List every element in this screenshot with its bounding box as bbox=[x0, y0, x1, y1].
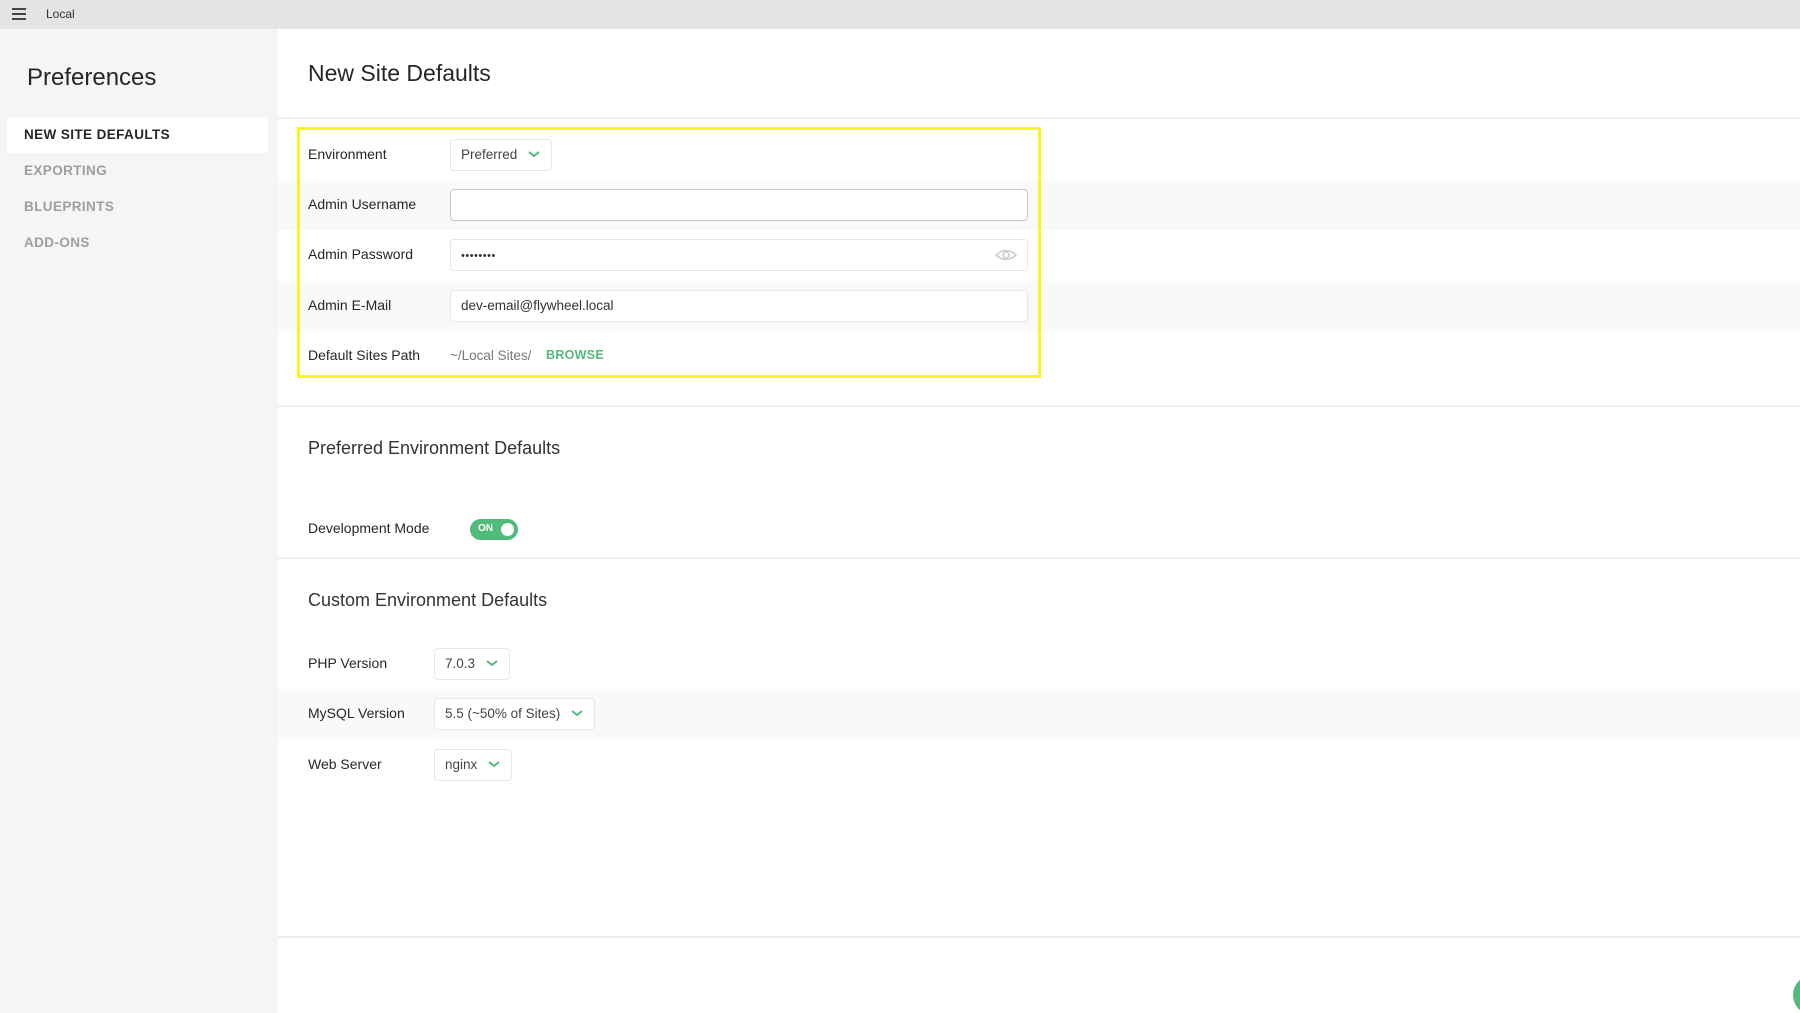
sidebar-item-add-ons[interactable]: ADD-ONS bbox=[7, 225, 268, 261]
section-divider bbox=[278, 405, 1800, 407]
sidebar-item-new-site-defaults[interactable]: NEW SITE DEFAULTS bbox=[7, 117, 268, 153]
php-version-value: 7.0.3 bbox=[445, 656, 476, 671]
main-content: New Site Defaults Environment Preferred … bbox=[278, 29, 1800, 1013]
chevron-down-icon bbox=[528, 151, 540, 158]
chevron-down-icon bbox=[488, 761, 500, 768]
web-server-value: nginx bbox=[445, 757, 478, 772]
hamburger-icon[interactable] bbox=[12, 8, 26, 20]
admin-username-row: Admin Username bbox=[278, 180, 1800, 230]
development-mode-label: Development Mode bbox=[308, 520, 430, 536]
web-server-label: Web Server bbox=[308, 756, 382, 772]
admin-email-input[interactable]: dev-email@flywheel.local bbox=[450, 290, 1028, 322]
php-version-select[interactable]: 7.0.3 bbox=[434, 648, 511, 680]
section-divider bbox=[278, 557, 1800, 559]
environment-label: Environment bbox=[308, 146, 387, 162]
admin-password-value: •••••••• bbox=[461, 250, 496, 262]
admin-password-row: Admin Password •••••••• bbox=[278, 230, 1800, 280]
environment-select[interactable]: Preferred bbox=[450, 139, 553, 171]
header-divider bbox=[278, 117, 1800, 119]
mysql-version-value: 5.5 (~50% of Sites) bbox=[445, 706, 561, 721]
chevron-down-icon bbox=[571, 710, 583, 717]
mysql-version-select[interactable]: 5.5 (~50% of Sites) bbox=[434, 698, 596, 730]
toggle-state: ON bbox=[478, 523, 493, 534]
development-mode-toggle[interactable]: ON bbox=[470, 519, 518, 540]
web-server-row: Web Server nginx bbox=[278, 740, 1800, 790]
default-sites-path-value: ~/Local Sites/ bbox=[450, 348, 532, 363]
eye-icon[interactable] bbox=[995, 248, 1017, 262]
environment-value: Preferred bbox=[461, 147, 518, 162]
admin-username-label: Admin Username bbox=[308, 196, 417, 212]
admin-password-input[interactable]: •••••••• bbox=[450, 239, 1028, 271]
admin-password-label: Admin Password bbox=[308, 246, 414, 262]
default-sites-path-row: Default Sites Path ~/Local Sites/ BROWSE bbox=[278, 331, 1800, 381]
sidebar: Preferences NEW SITE DEFAULTS EXPORTING … bbox=[0, 29, 278, 1013]
mysql-version-label: MySQL Version bbox=[308, 705, 405, 721]
browse-button[interactable]: BROWSE bbox=[546, 348, 604, 362]
sidebar-item-blueprints[interactable]: BLUEPRINTS bbox=[7, 189, 268, 225]
web-server-select[interactable]: nginx bbox=[434, 749, 513, 781]
mysql-version-row: MySQL Version 5.5 (~50% of Sites) bbox=[278, 689, 1800, 739]
php-version-label: PHP Version bbox=[308, 655, 388, 671]
environment-row: Environment Preferred bbox=[278, 130, 1800, 180]
page-title: New Site Defaults bbox=[308, 60, 491, 86]
default-sites-path-label: Default Sites Path bbox=[308, 347, 421, 363]
custom-environment-title: Custom Environment Defaults bbox=[308, 590, 548, 610]
admin-email-row: Admin E-Mail dev-email@flywheel.local bbox=[278, 281, 1800, 331]
toggle-knob bbox=[501, 523, 514, 536]
footer-divider bbox=[278, 936, 1800, 938]
title-bar: Local bbox=[0, 0, 1800, 29]
app-title: Local bbox=[46, 7, 75, 21]
sidebar-item-exporting[interactable]: EXPORTING bbox=[7, 153, 268, 189]
development-mode-row: Development Mode ON bbox=[278, 504, 1800, 554]
admin-email-label: Admin E-Mail bbox=[308, 297, 392, 313]
preferred-environment-title: Preferred Environment Defaults bbox=[308, 438, 561, 458]
admin-username-input[interactable] bbox=[450, 189, 1028, 221]
php-version-row: PHP Version 7.0.3 bbox=[278, 639, 1800, 689]
chevron-down-icon bbox=[486, 660, 498, 667]
sidebar-title: Preferences bbox=[27, 64, 157, 91]
